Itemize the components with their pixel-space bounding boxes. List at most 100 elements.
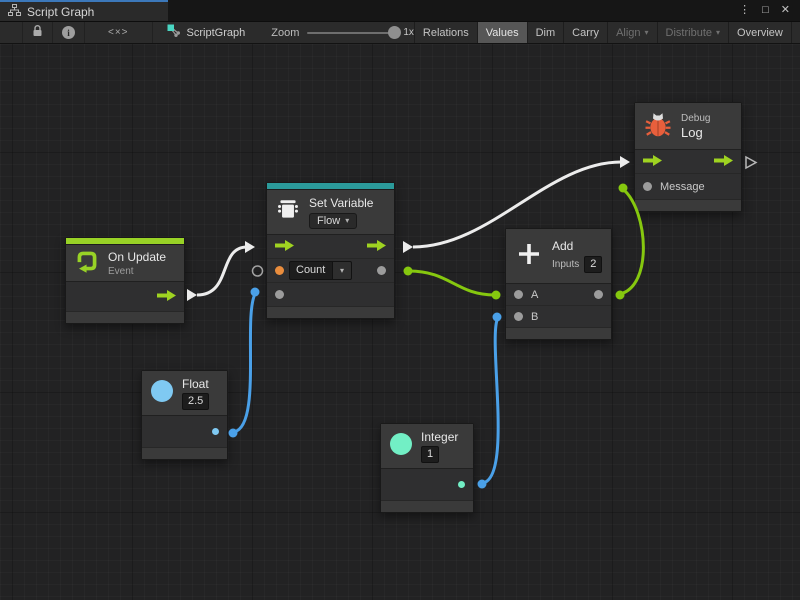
wire-endpoint-dot [229,429,238,438]
wire-arrowhead [620,156,630,168]
zoom-slider-track[interactable] [307,32,395,34]
wire-source-triangle [187,289,197,301]
code-view-button[interactable]: <×> [85,22,153,43]
flow-input-port[interactable] [275,238,294,256]
graph-name-label: ScriptGraph [187,27,246,39]
wire-endpoint-dot [478,480,487,489]
value-wire-integer-add[interactable] [483,320,498,483]
carry-button[interactable]: Carry [563,22,607,43]
chevron-down-icon[interactable]: ▾ [333,261,352,280]
distribute-dropdown-button[interactable]: Distribute▾ [657,22,728,43]
window-menu-icon[interactable]: ⋮ [739,5,750,16]
wire-endpoint-dot [251,288,260,297]
close-icon[interactable]: ✕ [781,5,790,16]
chevron-down-icon: ▾ [645,28,649,37]
graph-tree-icon [8,3,21,21]
message-input-port[interactable] [643,182,652,191]
values-button[interactable]: Values [477,22,527,43]
node-integer-literal[interactable]: Integer 1 [380,423,474,513]
wire-endpoint-dot [493,313,502,322]
bug-icon [643,109,673,144]
variable-select-value: Count [289,261,333,280]
message-label: Message [660,181,705,193]
graph-toolbar: i <×> ScriptGraph Zoom 1x Relat [0,21,800,44]
tab-title: Script Graph [27,5,94,19]
integer-output-port[interactable] [458,481,465,488]
flow-wire-onupdate-setvariable[interactable] [197,247,247,295]
graph-breadcrumb[interactable]: ScriptGraph [167,22,246,43]
plus-icon [514,239,544,274]
flow-input-port[interactable] [643,153,662,171]
dim-button[interactable]: Dim [527,22,564,43]
event-color-bar [66,238,184,245]
node-title: Add [552,239,602,253]
value-wire-setvariable-add[interactable] [409,271,495,295]
node-subtitle: Event [108,266,166,277]
code-icon: <×> [94,27,143,38]
chevron-down-icon: ▾ [716,28,720,37]
unconnected-flow-triangle [746,157,756,168]
node-title: Log [681,125,710,140]
wire-endpoint-dot [492,291,501,300]
info-button[interactable]: i [53,22,85,43]
loop-event-icon [74,248,100,279]
info-icon: i [62,26,75,39]
flow-output-port[interactable] [367,238,386,256]
node-add[interactable]: Add Inputs 2 A B [505,228,612,340]
float-output-port[interactable] [212,428,219,435]
node-title: Set Variable [309,196,373,210]
zoom-control: Zoom 1x [271,22,414,43]
wire-endpoint-dot [616,291,625,300]
chevron-down-icon: ▾ [345,216,349,225]
node-footer [267,307,394,318]
inputs-count-field[interactable]: 2 [584,256,602,273]
script-graph-window: Script Graph ⋮ □ ✕ i <×> [0,0,800,600]
maximize-icon[interactable]: □ [762,5,769,16]
variable-scope-dropdown[interactable]: Flow ▾ [309,213,357,229]
lock-button[interactable] [22,22,53,43]
variable-icon [275,197,301,228]
node-footer [142,448,227,459]
value-output-port[interactable] [377,266,386,275]
wire-source-triangle [403,241,413,253]
lock-icon [32,25,43,40]
toolbar-right-group: Relations Values Dim Carry Align▾ Distri… [414,22,800,43]
node-category: Debug [681,113,710,124]
overview-button[interactable]: Overview [728,22,791,43]
node-footer [506,328,611,339]
node-set-variable[interactable]: Set Variable Flow ▾ Co [266,182,395,319]
node-float-literal[interactable]: Float 2.5 [141,370,228,460]
node-title: Float [182,377,209,391]
flow-output-port[interactable] [714,153,733,171]
variable-select[interactable]: Count ▾ [289,261,352,280]
variable-color-bar [267,183,394,190]
sum-output-port[interactable] [594,290,603,299]
relations-button[interactable]: Relations [414,22,477,43]
align-dropdown-button[interactable]: Align▾ [607,22,656,43]
input-a-label: A [531,289,538,301]
integer-type-icon [389,432,413,461]
graph-canvas[interactable]: On Update Event [0,44,800,600]
input-a-port[interactable] [514,290,523,299]
zoom-slider-handle[interactable] [388,26,401,39]
value-wire-float-setvariable[interactable] [234,294,255,432]
node-debug-log[interactable]: Debug Log Message [634,102,742,212]
wire-arrowhead [245,241,255,253]
node-on-update[interactable]: On Update Event [65,237,185,324]
title-bar: Script Graph ⋮ □ ✕ [0,0,800,21]
inputs-label: Inputs [552,259,579,270]
variable-name-port[interactable] [275,266,284,275]
fullscreen-button[interactable]: Full Screen [791,22,800,43]
script-graph-icon [167,24,181,41]
flow-output-port[interactable] [157,288,176,306]
node-title: Integer [421,430,458,444]
unconnected-port-circle [253,266,263,276]
float-value-field[interactable]: 2.5 [182,393,209,410]
integer-value-field[interactable]: 1 [421,446,439,463]
node-title: On Update [108,250,166,264]
input-b-port[interactable] [514,312,523,321]
value-input-port[interactable] [275,290,284,299]
tab-script-graph[interactable]: Script Graph [0,0,168,21]
float-type-icon [150,379,174,408]
node-footer [66,312,184,323]
